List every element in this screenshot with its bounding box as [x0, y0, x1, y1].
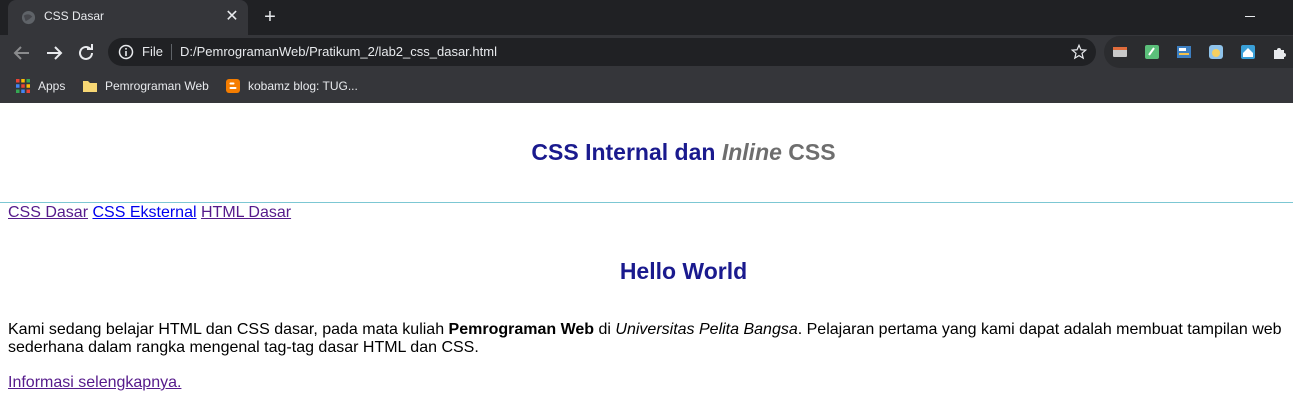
content-heading: Hello World — [619, 258, 748, 284]
title-inline-word: Inline — [721, 139, 782, 165]
intro-paragraph: Kami sedang belajar HTML dan CSS dasar, … — [8, 321, 1288, 357]
puzzle-icon[interactable] — [1272, 44, 1288, 60]
more-info-link[interactable]: Informasi selengkapnya. — [8, 373, 181, 392]
bookmarks-bar: Apps Pemrograman Web kobamz blog: TUG... — [0, 70, 1293, 103]
blogger-icon — [226, 79, 240, 93]
close-tab-icon[interactable]: ✕ — [224, 9, 240, 25]
title-css-word: CSS — [781, 139, 836, 165]
url-text[interactable]: D:/PemrogramanWeb/Pratikum_2/lab2_css_da… — [180, 44, 497, 59]
browser-titlebar: CSS Dasar ✕ + — [0, 0, 1293, 35]
paragraph-text-1: Kami sedang belajar HTML dan CSS dasar, … — [8, 321, 449, 338]
omnibox-separator — [171, 44, 172, 60]
bookmark-star-icon[interactable] — [1070, 43, 1088, 61]
paragraph-italic-university: Universitas Pelita Bangsa — [615, 321, 798, 338]
back-arrow-icon[interactable] — [10, 41, 34, 65]
paragraph-text-2: di — [594, 321, 616, 338]
scheme-label: File — [142, 44, 163, 59]
page-title: CSS Internal dan Inline CSS — [0, 139, 1293, 166]
bookmark-label: Apps — [38, 79, 66, 93]
apps-grid-icon — [16, 79, 30, 93]
address-bar[interactable]: File D:/PemrogramanWeb/Pratikum_2/lab2_c… — [108, 38, 1096, 66]
extensions-area — [1104, 36, 1293, 68]
paragraph-bold-course: Pemrograman Web — [448, 321, 595, 338]
extension-screen-icon[interactable] — [1176, 44, 1192, 60]
extension-clip-icon[interactable] — [1144, 44, 1160, 60]
reload-icon[interactable] — [74, 41, 98, 65]
tab-title: CSS Dasar — [44, 9, 105, 23]
info-icon[interactable] — [118, 44, 134, 60]
tab-css-dasar[interactable]: CSS Dasar ✕ — [8, 0, 248, 35]
title-inline-css: Inline CSS — [722, 139, 836, 165]
nav-link-css-dasar[interactable]: CSS Dasar — [8, 204, 88, 221]
page-nav: CSS Dasar CSS Eksternal HTML Dasar — [8, 203, 291, 222]
title-text-part1: CSS Internal dan — [531, 139, 722, 165]
new-tab-button[interactable]: + — [259, 7, 281, 29]
forward-arrow-icon[interactable] — [42, 41, 66, 65]
folder-icon — [83, 81, 97, 92]
extension-weather-icon[interactable] — [1208, 44, 1224, 60]
minimize-window-button[interactable] — [1245, 16, 1255, 17]
bookmark-label: kobamz blog: TUG... — [248, 79, 358, 93]
globe-icon — [21, 10, 36, 25]
nav-link-css-eksternal[interactable]: CSS Eksternal — [92, 204, 196, 221]
nav-link-html-dasar[interactable]: HTML Dasar — [201, 204, 291, 221]
extension-window-icon[interactable] — [1112, 44, 1128, 60]
extension-home-icon[interactable] — [1240, 44, 1256, 60]
bookmark-label: Pemrograman Web — [105, 79, 209, 93]
